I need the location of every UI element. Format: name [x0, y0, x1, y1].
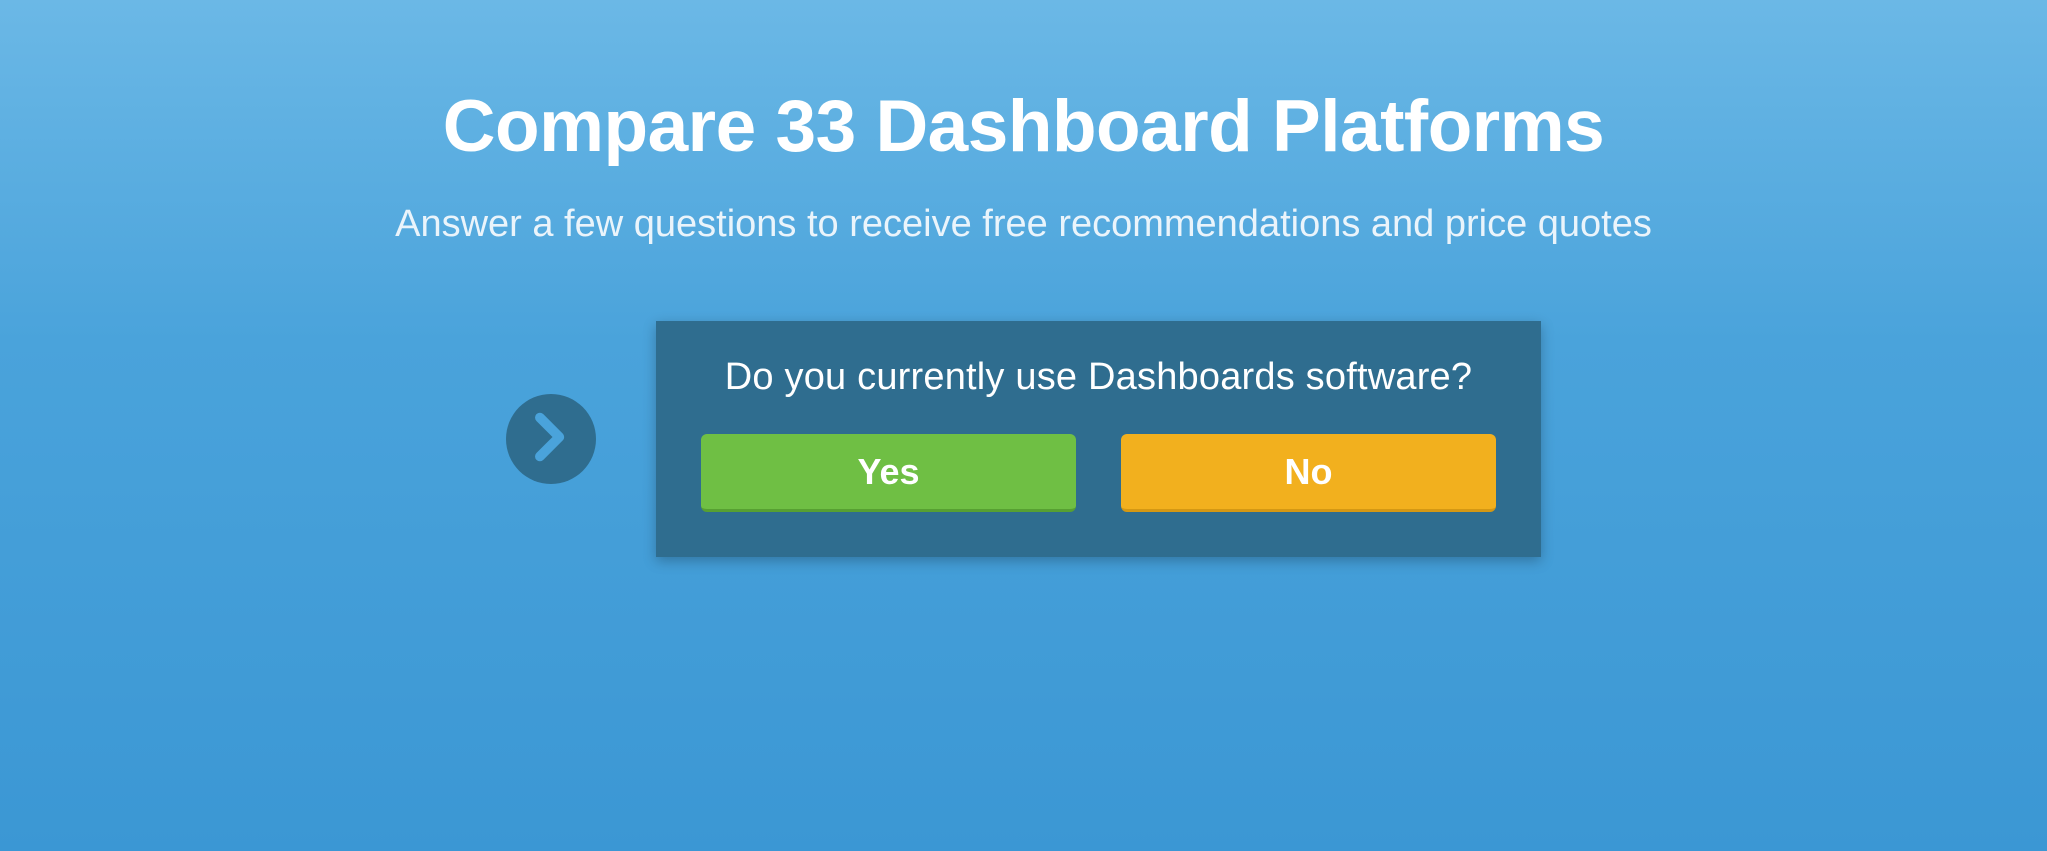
- answer-no-button[interactable]: No: [1121, 434, 1496, 512]
- question-prompt: Do you currently use Dashboards software…: [701, 356, 1496, 399]
- page-subtitle: Answer a few questions to receive free r…: [395, 203, 1652, 246]
- answer-yes-button[interactable]: Yes: [701, 434, 1076, 512]
- answer-button-group: Yes No: [701, 434, 1496, 512]
- next-button[interactable]: [506, 394, 596, 484]
- question-row: Do you currently use Dashboards software…: [0, 321, 2047, 557]
- page-title: Compare 33 Dashboard Platforms: [443, 85, 1604, 168]
- question-card: Do you currently use Dashboards software…: [656, 321, 1541, 557]
- chevron-right-icon: [534, 412, 568, 467]
